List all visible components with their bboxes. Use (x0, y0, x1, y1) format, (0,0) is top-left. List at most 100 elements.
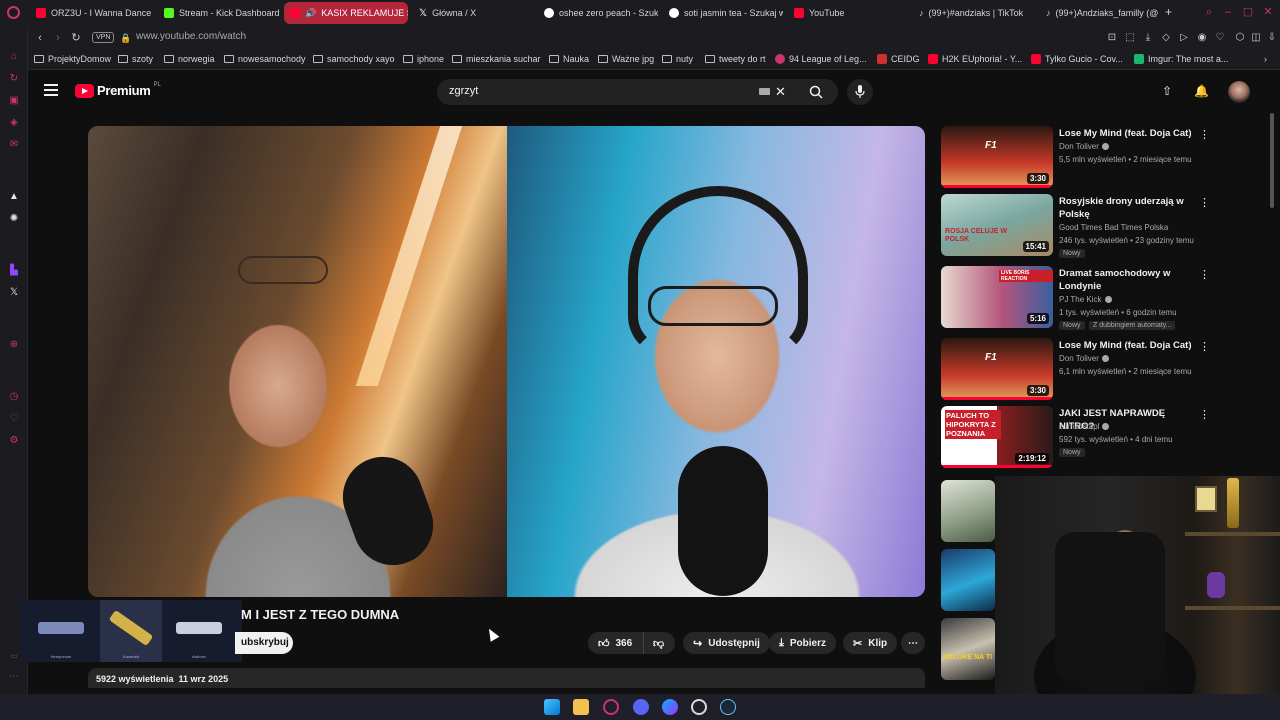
settings-icon[interactable]: ⚙ (7, 434, 21, 448)
recommendation-item[interactable]: F1 3:30 Lose My Mind (feat. Doja Cat) Do… (941, 338, 1216, 404)
x-icon[interactable]: 𝕏 (7, 286, 21, 300)
download-button[interactable]: ⤓ Pobierz (769, 632, 836, 654)
snapshot-icon[interactable]: ⬚ (1124, 32, 1136, 44)
tab-2-active[interactable]: 🔊 KASIX REKLAMUJE S (284, 2, 408, 24)
thumbnail[interactable] (941, 480, 995, 542)
search-tabs-icon[interactable]: ⌕ (1203, 6, 1215, 18)
opera-gx-icon[interactable] (603, 699, 619, 715)
notifications-bell-icon[interactable]: 🔔 (1194, 84, 1209, 98)
refresh-icon[interactable]: ↻ (7, 72, 21, 86)
bookmark-site[interactable]: 94 League of Leg... (775, 54, 867, 64)
thumbnail[interactable]: LIVE BORIS REACTION 5:16 (941, 266, 1053, 328)
recommendation-item[interactable]: LIVE BORIS REACTION 5:16 Dramat samochod… (941, 266, 1216, 332)
close-icon[interactable]: ✕ (1262, 6, 1274, 18)
bookmark-folder[interactable]: mieszkania suchar (452, 54, 541, 64)
maximize-icon[interactable]: ▢ (1242, 6, 1254, 18)
bag-icon[interactable]: ▣ (7, 94, 21, 108)
home-icon[interactable]: ⌂ (7, 50, 21, 64)
vpn-icon[interactable]: ▭ (7, 650, 21, 664)
windows-start-icon[interactable] (544, 699, 560, 715)
bookmark-folder[interactable]: samochody xayo (313, 54, 395, 64)
tab-4[interactable]: oshee zero peach - Szuk (538, 2, 658, 24)
bookmark-site[interactable]: CEIDG (877, 54, 920, 64)
search-input[interactable]: zgrzyt ✕ (437, 79, 793, 105)
bookmark-site[interactable]: Imgur: The most a... (1134, 54, 1228, 64)
camera-icon[interactable]: ◉ (1196, 32, 1208, 44)
messenger-icon[interactable] (662, 699, 678, 715)
tab-8[interactable]: ♪ (99+)Andziaks_familly (@ (1040, 2, 1160, 24)
rec-menu-icon[interactable]: ⋮ (1199, 408, 1210, 421)
avatar[interactable] (1228, 81, 1250, 103)
bookmark-folder[interactable]: iphone (403, 54, 444, 64)
rec-menu-icon[interactable]: ⋮ (1199, 268, 1210, 281)
forward-icon[interactable]: › (52, 32, 64, 44)
rec-menu-icon[interactable]: ⋮ (1199, 128, 1210, 141)
bookmark-folder[interactable]: Ważne jpg (598, 54, 654, 64)
player-icon[interactable]: ▷ (1178, 32, 1190, 44)
pin-icon[interactable]: ⊡ (1106, 32, 1118, 44)
new-tab-button[interactable]: + (1165, 5, 1172, 19)
upload-icon[interactable]: ⇧ (1162, 84, 1172, 98)
thumbnail[interactable]: ROSJA CELUJE W POLSK 15:41 (941, 194, 1053, 256)
like-button[interactable]: 👍︎ 366 (588, 632, 650, 654)
keyboard-icon[interactable] (759, 88, 770, 95)
cube-icon[interactable]: ◫ (1250, 32, 1262, 44)
dislike-button[interactable]: 👎︎ (643, 632, 675, 654)
bookmark-folder[interactable]: nuty (662, 54, 693, 64)
chatgpt-icon[interactable]: ✺ (7, 212, 21, 226)
search-button[interactable] (793, 79, 838, 105)
steam-icon[interactable] (720, 699, 736, 715)
youtube-logo[interactable]: Premium PL (75, 82, 161, 98)
recommendation-item[interactable]: ROSJA CELUJE W POLSK 15:41 Rosyjskie dro… (941, 194, 1216, 260)
clip-button[interactable]: ✂ Klip (843, 632, 898, 654)
add-icon[interactable]: ⊕ (7, 338, 21, 352)
description-box[interactable]: 5922 wyświetlenia 11 wrz 2025 (88, 668, 925, 688)
thumbnail[interactable]: DELORE NA TI (941, 618, 995, 680)
bookmarks-overflow-icon[interactable]: › (1264, 54, 1267, 64)
more-actions-button[interactable]: ⋯ (901, 632, 925, 654)
page-scrollbar[interactable] (1270, 113, 1274, 208)
vpn-badge[interactable]: VPN (92, 32, 115, 43)
opera-logo-icon[interactable] (7, 6, 20, 19)
tab-3[interactable]: 𝕏 Główna / X (413, 2, 533, 24)
subscribe-button[interactable]: ubskrybuj (235, 632, 293, 654)
file-explorer-icon[interactable] (573, 699, 589, 715)
more-icon[interactable]: ⋯ (7, 670, 21, 684)
shield-icon[interactable]: ◇ (1160, 32, 1172, 44)
heart-icon[interactable]: ♡ (1214, 32, 1226, 44)
thumbnail[interactable]: F1 3:30 (941, 338, 1053, 400)
thumbnail[interactable]: PALUCH TO HIPOKRYTA Z POZNANIA 2:19:12 (941, 406, 1053, 468)
obs-icon[interactable] (691, 699, 707, 715)
bookmark-site[interactable]: Tylko Gucio - Cov... (1031, 54, 1123, 64)
tab-6[interactable]: YouTube (788, 2, 908, 24)
clear-search-icon[interactable]: ✕ (775, 84, 786, 100)
rec-menu-icon[interactable]: ⋮ (1199, 340, 1210, 353)
hamburger-menu-icon[interactable] (44, 84, 58, 96)
share-button[interactable]: ↪ Udostępnij (683, 632, 770, 654)
thumbnail[interactable] (941, 549, 995, 611)
bookmark-folder[interactable]: nowesamochody (224, 54, 306, 64)
thumbnail[interactable]: F1 3:30 (941, 126, 1053, 188)
bookmark-folder[interactable]: ProjektyDomow (34, 54, 111, 64)
video-player[interactable] (88, 126, 925, 597)
history-icon[interactable]: ◷ (7, 390, 21, 404)
twitch-icon[interactable]: ▙ (7, 264, 21, 278)
aria-icon[interactable]: ▲ (7, 190, 21, 204)
minimize-icon[interactable]: – (1222, 6, 1234, 18)
download-page-icon[interactable]: ⤓ (1142, 32, 1154, 44)
recommendation-item[interactable]: F1 3:30 Lose My Mind (feat. Doja Cat) Do… (941, 126, 1216, 192)
pinboard-icon[interactable]: ♡ (7, 412, 21, 426)
recommendation-item[interactable]: PALUCH TO HIPOKRYTA Z POZNANIA 2:19:12 J… (941, 406, 1216, 472)
rec-menu-icon[interactable]: ⋮ (1199, 196, 1210, 209)
voice-search-button[interactable] (847, 79, 873, 105)
extensions-icon[interactable]: ⬡ (1234, 32, 1246, 44)
discord-icon[interactable] (633, 699, 649, 715)
tab-1[interactable]: Stream - Kick Dashboard (158, 2, 280, 24)
downloads-icon[interactable]: ⇩ (1266, 32, 1278, 44)
bookmark-folder[interactable]: tweety do rt (705, 54, 766, 64)
messenger-icon[interactable]: ◈ (7, 116, 21, 130)
url-field[interactable]: www.youtube.com/watch (136, 31, 246, 42)
bookmark-site[interactable]: H2K EUphoria! - Y... (928, 54, 1022, 64)
bookmark-folder[interactable]: norwegia (164, 54, 215, 64)
mail-icon[interactable]: ✉ (7, 138, 21, 152)
